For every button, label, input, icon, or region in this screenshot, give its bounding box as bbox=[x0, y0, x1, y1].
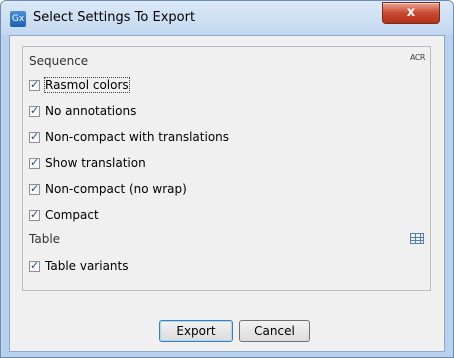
checkbox-row-rasmol-colors[interactable]: Rasmol colors bbox=[29, 76, 130, 94]
checkbox-label: Non-compact with translations bbox=[45, 130, 230, 144]
checkbox-label: Rasmol colors bbox=[44, 77, 130, 93]
table-icon bbox=[410, 233, 424, 244]
close-button[interactable]: x bbox=[382, 2, 440, 24]
checkbox-label: No annotations bbox=[45, 104, 137, 118]
checkbox[interactable] bbox=[29, 78, 40, 91]
dialog-title: Select Settings To Export bbox=[33, 10, 196, 25]
checkbox-row-compact[interactable]: Compact bbox=[29, 206, 99, 224]
checkbox[interactable] bbox=[29, 182, 40, 195]
dialog-body: Sequence ACR Rasmol colors No annotation… bbox=[9, 35, 445, 352]
checkbox[interactable] bbox=[29, 104, 40, 117]
checkbox-row-show-translation[interactable]: Show translation bbox=[29, 154, 146, 172]
checkbox-label: Table variants bbox=[45, 259, 129, 273]
checkbox-label: Compact bbox=[45, 208, 99, 222]
checkbox-row-non-compact-with-translations[interactable]: Non-compact with translations bbox=[29, 128, 229, 146]
cancel-button[interactable]: Cancel bbox=[239, 320, 310, 342]
title-bar[interactable]: Gx Select Settings To Export x bbox=[1, 1, 453, 35]
section-label-sequence: Sequence bbox=[29, 54, 89, 68]
export-button[interactable]: Export bbox=[159, 320, 233, 342]
checkbox-row-non-compact-no-wrap[interactable]: Non-compact (no wrap) bbox=[29, 180, 187, 198]
dialog-window: Gx Select Settings To Export x Sequence … bbox=[0, 0, 454, 358]
checkbox[interactable] bbox=[29, 208, 40, 221]
checkbox-row-table-variants[interactable]: Table variants bbox=[29, 257, 128, 275]
section-label-table: Table bbox=[29, 232, 61, 246]
checkbox[interactable] bbox=[29, 259, 40, 272]
checkbox[interactable] bbox=[29, 156, 40, 169]
checkbox-label: Show translation bbox=[45, 156, 146, 170]
app-logo-icon: Gx bbox=[10, 11, 26, 27]
checkbox-row-no-annotations[interactable]: No annotations bbox=[29, 102, 136, 120]
checkbox[interactable] bbox=[29, 130, 40, 143]
sequence-icon: ACR bbox=[410, 53, 425, 62]
settings-panel: Sequence ACR Rasmol colors No annotation… bbox=[22, 46, 431, 291]
checkbox-label: Non-compact (no wrap) bbox=[45, 182, 187, 196]
